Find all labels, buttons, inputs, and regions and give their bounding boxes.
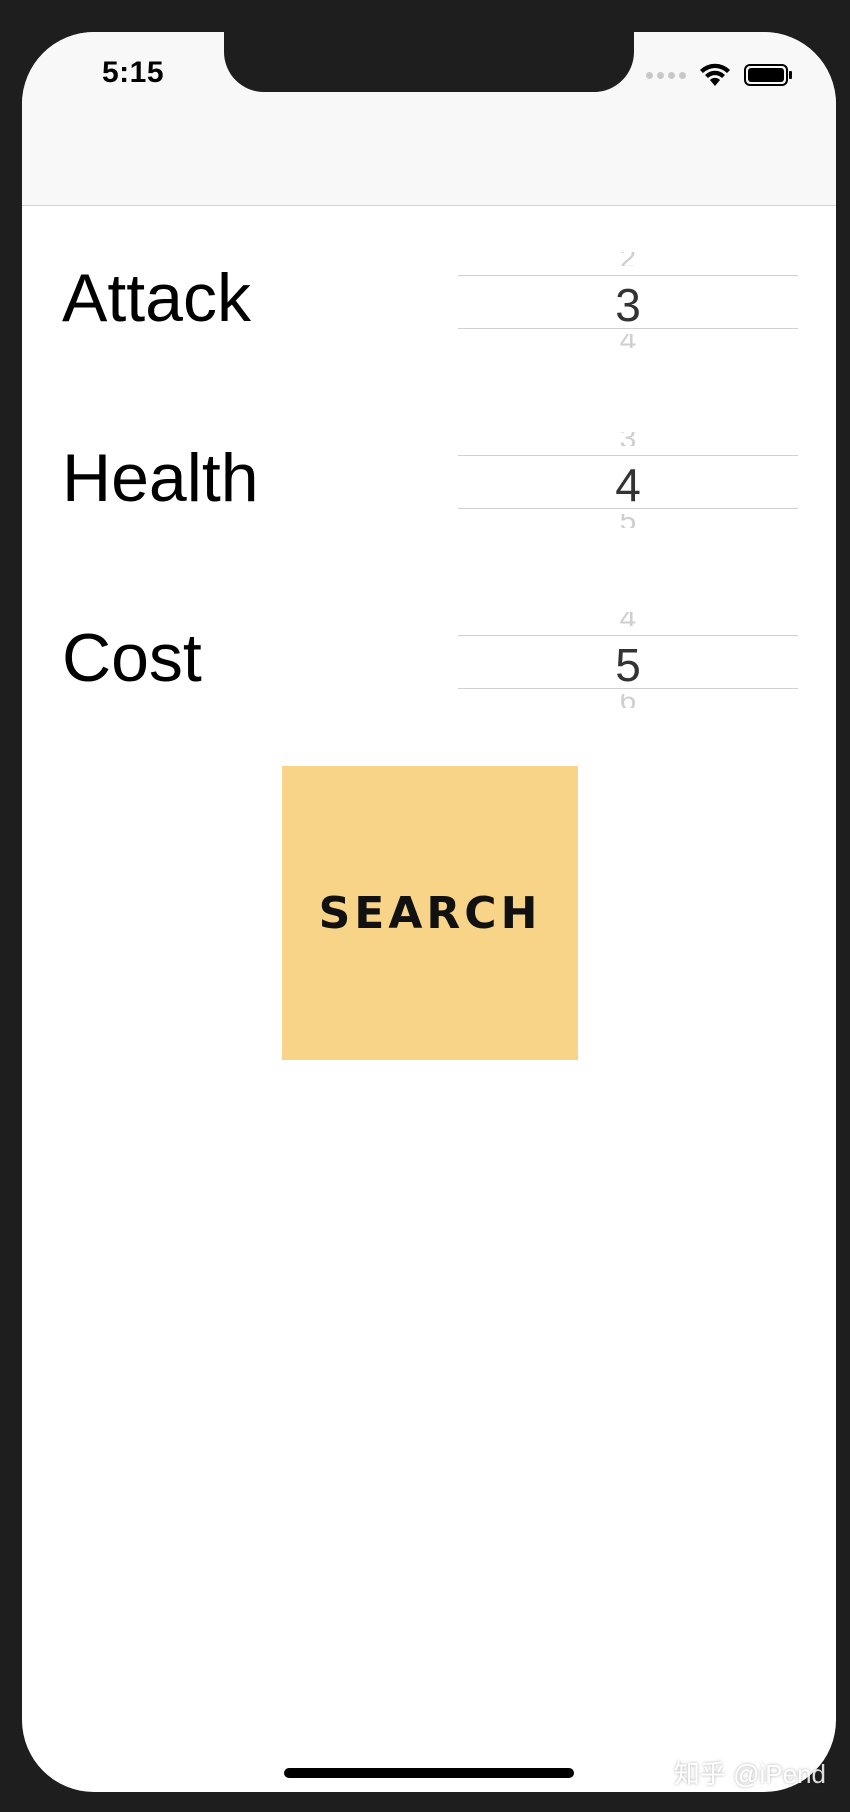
health-picker[interactable]: 3 4 5 [458, 424, 798, 544]
search-button-label: SEARCH [318, 887, 542, 939]
picker-top-line [458, 635, 798, 636]
device-frame: 5:15 Attack 2 3 4 [0, 0, 850, 1812]
health-label: Health [62, 440, 259, 516]
picker-top-line [458, 455, 798, 456]
attack-picker-value[interactable]: 3 [458, 280, 798, 330]
form-row-cost: Cost 4 5 6 [22, 604, 836, 724]
app-screen: 5:15 Attack 2 3 4 [22, 32, 836, 1792]
cost-picker[interactable]: 4 5 6 [458, 604, 798, 724]
cost-label: Cost [62, 620, 202, 696]
picker-next-value: 6 [458, 694, 798, 708]
picker-next-value: 5 [458, 514, 798, 528]
battery-icon [744, 64, 792, 86]
picker-prev-value: 4 [458, 612, 798, 626]
cost-picker-value[interactable]: 5 [458, 640, 798, 690]
home-indicator[interactable] [284, 1768, 574, 1778]
form-row-attack: Attack 2 3 4 [22, 244, 836, 364]
picker-bottom-line [458, 688, 798, 689]
wifi-icon [700, 63, 730, 86]
device-notch [224, 32, 634, 92]
cellular-signal-icon [646, 71, 686, 79]
attack-picker[interactable]: 2 3 4 [458, 244, 798, 364]
form-row-health: Health 3 4 5 [22, 424, 836, 544]
health-picker-value[interactable]: 4 [458, 460, 798, 510]
picker-bottom-line [458, 328, 798, 329]
picker-prev-value: 3 [458, 432, 798, 446]
picker-top-line [458, 275, 798, 276]
status-icons [646, 62, 794, 88]
watermark: 知乎 @iPend [673, 1759, 826, 1789]
picker-bottom-line [458, 508, 798, 509]
status-time: 5:15 [102, 56, 165, 89]
picker-next-value: 4 [458, 334, 798, 348]
picker-prev-value: 2 [458, 252, 798, 266]
attack-label: Attack [62, 260, 251, 336]
search-button[interactable]: SEARCH [282, 766, 578, 1060]
